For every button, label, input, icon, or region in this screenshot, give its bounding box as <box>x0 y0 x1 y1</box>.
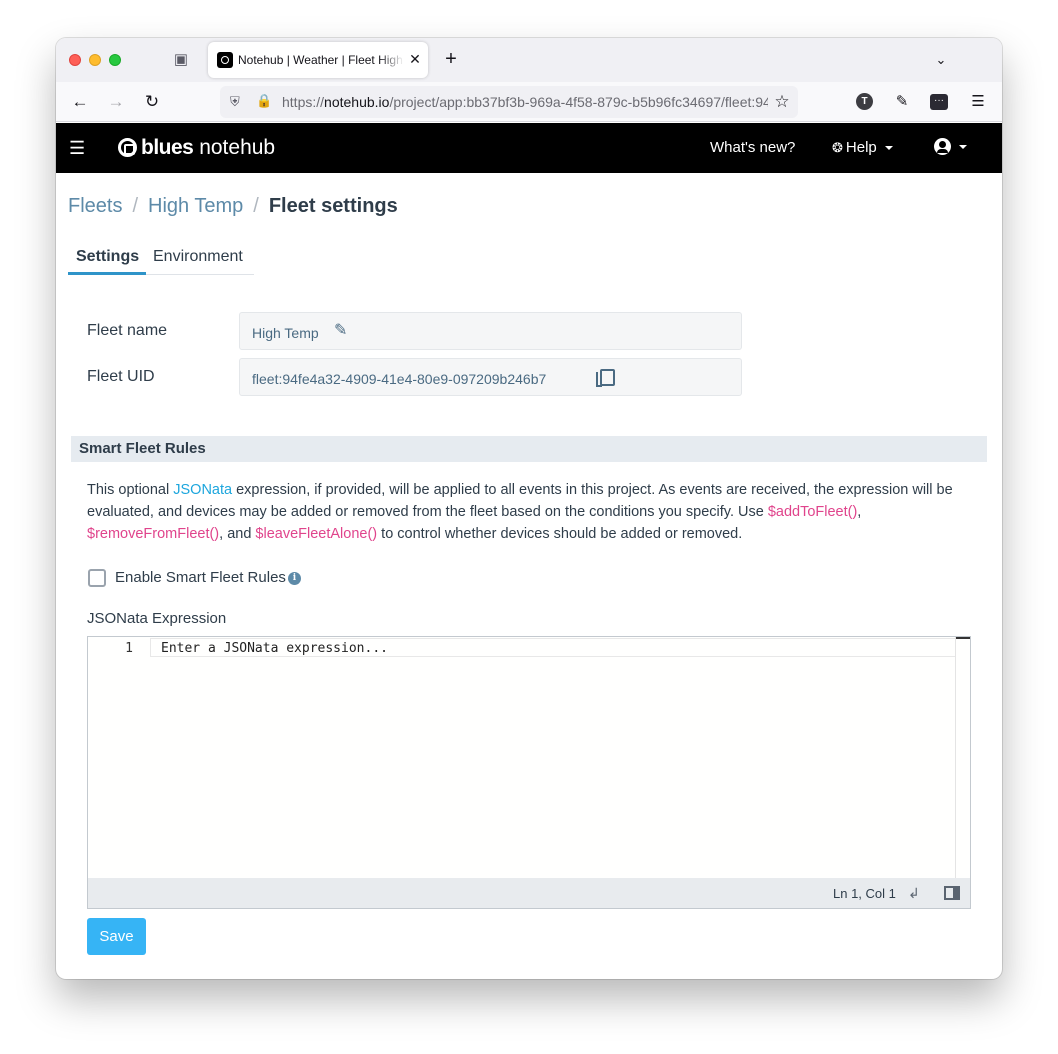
scrollbar-thumb[interactable] <box>956 637 970 639</box>
caret-down-icon <box>884 146 893 151</box>
reload-icon[interactable]: ↻ <box>141 91 163 113</box>
notehub-favicon-icon <box>217 52 233 68</box>
fleet-uid-field: fleet:94fe4a32-4909-41e4-80e9-097209b246… <box>239 358 742 396</box>
fleet-name-label: Fleet name <box>87 322 168 339</box>
save-button[interactable]: Save <box>87 918 146 955</box>
hamburger-menu-icon[interactable]: ☰ <box>968 92 988 112</box>
enable-smart-rules-checkbox[interactable] <box>88 569 106 587</box>
whats-new-link[interactable]: What's new? <box>710 139 795 157</box>
info-icon[interactable]: i <box>287 571 301 585</box>
breadcrumb-high-temp[interactable]: High Temp <box>148 195 243 217</box>
url-bar[interactable]: ⛨ 🔒 https://notehub.io/project/app:bb37b… <box>220 86 798 118</box>
breadcrumb: Fleets / High Temp / Fleet settings <box>68 195 398 217</box>
url-text[interactable]: https://notehub.io/project/app:bb37bf3b-… <box>282 94 768 110</box>
line-number: 1 <box>125 641 133 656</box>
new-tab-icon[interactable]: + <box>442 49 460 69</box>
section-title: Smart Fleet Rules <box>79 440 206 457</box>
smart-fleet-rules-header: Smart Fleet Rules <box>71 436 987 462</box>
tab-settings[interactable]: Settings <box>76 247 139 267</box>
copy-icon[interactable] <box>596 367 615 387</box>
extensions-puzzle-icon[interactable]: ✎ <box>892 92 912 112</box>
minimap-toggle-icon[interactable] <box>944 886 960 900</box>
user-menu[interactable] <box>934 138 967 158</box>
editor-status-bar: Ln 1, Col 1 ↲ <box>88 878 970 908</box>
breadcrumb-fleets[interactable]: Fleets <box>68 195 122 217</box>
caret-down-icon <box>959 144 967 149</box>
leave-fleet-alone-function: $leaveFleetAlone() <box>255 526 378 542</box>
app-header: ☰ blues notehub What's new? ❂ Help <box>56 123 1002 173</box>
close-window-button[interactable] <box>69 54 81 66</box>
account-avatar-icon[interactable]: T <box>856 93 873 110</box>
page-title: Fleet settings <box>268 195 398 217</box>
settings-tabs: Settings Environment <box>68 239 254 275</box>
enable-smart-rules-label[interactable]: Enable Smart Fleet Rules i <box>115 569 301 587</box>
shield-icon[interactable]: ⛨ <box>230 94 244 110</box>
jsonata-link[interactable]: JSONata <box>173 482 232 498</box>
browser-window: ▣ Notehub | Weather | Fleet High Temp ✕ … <box>56 38 1002 979</box>
add-to-fleet-function: $addToFleet() <box>767 504 858 520</box>
jsonata-expression-label: JSONata Expression <box>87 610 227 627</box>
maximize-window-button[interactable] <box>109 54 121 66</box>
word-wrap-icon[interactable]: ↲ <box>908 885 924 901</box>
help-lifebuoy-icon: ❂ <box>832 140 843 155</box>
minimize-window-button[interactable] <box>89 54 101 66</box>
remove-from-fleet-function: $removeFromFleet() <box>87 526 220 542</box>
lock-icon[interactable]: 🔒 <box>256 93 272 109</box>
app-logo[interactable]: blues notehub <box>141 135 275 161</box>
tab-environment[interactable]: Environment <box>153 247 243 267</box>
pencil-edit-icon[interactable]: ✎ <box>334 322 352 340</box>
tab-strip: ▣ Notehub | Weather | Fleet High Temp ✕ … <box>56 38 1002 82</box>
help-menu[interactable]: ❂ Help <box>832 139 893 157</box>
tab-overview-icon[interactable]: ▣ <box>172 51 190 69</box>
browser-tab-active[interactable]: Notehub | Weather | Fleet High Temp ✕ <box>208 42 428 78</box>
smart-rules-description: This optional JSONata expression, if pro… <box>87 482 953 542</box>
cursor-position: Ln 1, Col 1 <box>833 886 896 901</box>
navigation-toolbar: ← → ↻ ⛨ 🔒 https://notehub.io/project/app… <box>56 82 1002 122</box>
chevron-down-icon[interactable]: ⌄ <box>932 51 950 69</box>
tab-title: Notehub | Weather | Fleet High Temp <box>238 53 404 67</box>
fleet-name-value: High Temp <box>252 325 319 341</box>
close-tab-icon[interactable]: ✕ <box>406 50 424 68</box>
jsonata-code-editor[interactable]: 1 Enter a JSONata expression... Ln 1, Co… <box>87 636 971 909</box>
editor-scrollbar[interactable] <box>955 637 970 878</box>
bookmark-star-icon[interactable]: ☆ <box>772 92 792 112</box>
extension-dots-icon[interactable]: ··· <box>930 94 948 110</box>
blues-logo-icon[interactable] <box>118 138 137 157</box>
back-arrow-icon[interactable]: ← <box>69 91 91 113</box>
fleet-name-field[interactable]: High Temp ✎ <box>239 312 742 350</box>
sidebar-toggle-icon[interactable]: ☰ <box>69 139 87 157</box>
forward-arrow-icon[interactable]: → <box>105 91 127 113</box>
active-tab-indicator <box>68 272 146 275</box>
fleet-uid-value: fleet:94fe4a32-4909-41e4-80e9-097209b246… <box>252 371 547 387</box>
fleet-uid-label: Fleet UID <box>87 368 155 385</box>
editor-placeholder[interactable]: Enter a JSONata expression... <box>161 641 388 657</box>
user-circle-icon <box>934 138 951 156</box>
